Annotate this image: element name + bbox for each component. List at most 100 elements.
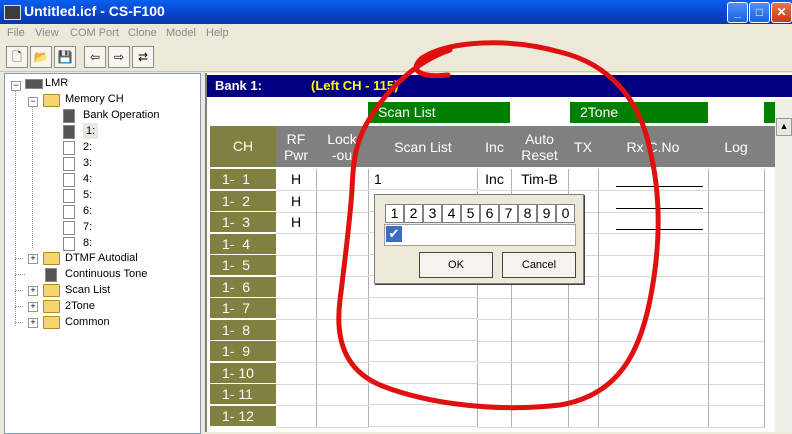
scan-checkbox[interactable] [538, 226, 554, 242]
grid-cell[interactable] [708, 190, 765, 213]
expand-icon[interactable]: + [28, 254, 38, 264]
grid-cell[interactable] [598, 255, 709, 277]
scan-checkbox[interactable]: ✔ [386, 226, 402, 242]
grid-cell[interactable] [708, 298, 765, 320]
grid-cell[interactable] [708, 276, 765, 299]
grid-cell[interactable] [478, 341, 512, 363]
grid-cell[interactable] [316, 298, 369, 320]
tree-bank-4[interactable]: 4: [83, 171, 92, 187]
header-scan-list[interactable]: Scan List [368, 126, 479, 168]
vertical-scrollbar[interactable]: ▲ [775, 99, 792, 432]
grid-cell[interactable] [478, 319, 512, 342]
menu-model[interactable]: Model [166, 27, 196, 39]
grid-cell[interactable] [568, 341, 599, 363]
grid-cell[interactable] [568, 362, 599, 385]
scan-checkbox[interactable] [500, 226, 516, 242]
grid-cell[interactable]: Tim-B [511, 169, 569, 191]
scan-checkbox[interactable] [443, 226, 459, 242]
row-ch-label[interactable]: 1- 7 [210, 298, 276, 319]
expand-icon[interactable]: + [28, 302, 38, 312]
tree-root[interactable]: LMR [45, 75, 68, 91]
grid-cell[interactable] [316, 384, 369, 406]
header-lockout[interactable]: Lock -ou [316, 126, 369, 168]
grid-cell[interactable] [368, 319, 478, 341]
grid-cell[interactable] [478, 298, 512, 320]
tree-memory-ch[interactable]: Memory CH [65, 91, 124, 107]
scroll-up-icon[interactable]: ▲ [776, 118, 792, 136]
close-button[interactable]: ✕ [771, 2, 792, 23]
row-ch-label[interactable]: 1- 8 [210, 319, 276, 341]
header-inc[interactable]: Inc [478, 126, 512, 168]
grid-cell[interactable] [598, 276, 709, 299]
grid-cell[interactable] [598, 190, 709, 213]
grid-cell[interactable] [708, 384, 765, 406]
tree-scan-list[interactable]: Scan List [65, 282, 110, 298]
row-ch-label[interactable]: 1- 4 [210, 233, 276, 255]
row-ch-label[interactable]: 1- 2 [210, 190, 276, 212]
grid-cell[interactable] [511, 384, 569, 406]
scan-checkbox[interactable] [481, 226, 497, 242]
grid-cell[interactable] [316, 190, 369, 213]
grid-cell[interactable] [316, 405, 369, 428]
grid-cell[interactable] [316, 319, 369, 342]
grid-cell[interactable] [276, 319, 317, 342]
grid-cell[interactable] [598, 169, 709, 191]
save-icon[interactable]: 💾 [54, 46, 76, 68]
header-rx-cno[interactable]: Rx C.No [598, 126, 709, 168]
grid-cell[interactable] [708, 255, 765, 277]
grid-cell[interactable] [368, 384, 478, 405]
grid-cell[interactable] [598, 319, 709, 342]
minimize-button[interactable]: _ [727, 2, 748, 23]
grid-cell[interactable] [478, 405, 512, 428]
grid-cell[interactable] [276, 362, 317, 385]
read-radio-icon[interactable]: ⇦ [84, 46, 106, 68]
tree-continuous-tone[interactable]: Continuous Tone [65, 266, 147, 282]
scan-checkbox[interactable] [405, 226, 421, 242]
grid-cell[interactable] [568, 169, 599, 191]
grid-cell[interactable] [511, 319, 569, 342]
grid-cell[interactable] [316, 233, 369, 256]
grid-cell[interactable]: H [276, 169, 317, 191]
row-ch-label[interactable]: 1- 1 [210, 169, 276, 190]
grid-cell[interactable] [316, 169, 369, 191]
grid-cell[interactable] [708, 212, 765, 234]
grid-cell[interactable] [316, 362, 369, 385]
collapse-icon[interactable]: − [11, 81, 21, 91]
tree-2tone[interactable]: 2Tone [65, 298, 95, 314]
tree-bank-3[interactable]: 3: [83, 155, 92, 171]
grid-cell[interactable]: 1 [368, 169, 478, 190]
ok-button[interactable]: OK [419, 252, 493, 278]
grid-cell[interactable]: Inc [478, 169, 512, 191]
menu-view[interactable]: View [35, 27, 59, 39]
row-ch-label[interactable]: 1- 10 [210, 362, 276, 384]
grid-cell[interactable] [511, 362, 569, 385]
expand-icon[interactable]: + [28, 286, 38, 296]
menu-file[interactable]: File [7, 27, 25, 39]
grid-cell[interactable] [276, 255, 317, 277]
grid-cell[interactable] [598, 405, 709, 428]
open-folder-icon[interactable]: 📂 [30, 46, 52, 68]
maximize-button[interactable]: □ [749, 2, 770, 23]
write-radio-icon[interactable]: ⇨ [108, 46, 130, 68]
grid-cell[interactable] [478, 384, 512, 406]
scan-checkbox[interactable] [424, 226, 440, 242]
tree-bank-2[interactable]: 2: [83, 139, 92, 155]
row-ch-label[interactable]: 1- 6 [210, 276, 276, 298]
grid-cell[interactable] [276, 341, 317, 363]
grid-cell[interactable] [568, 405, 599, 428]
menu-help[interactable]: Help [206, 27, 229, 39]
menu-clone[interactable]: Clone [128, 27, 157, 39]
grid-cell[interactable] [598, 384, 709, 406]
tree-bank-operation[interactable]: Bank Operation [83, 107, 159, 123]
menu-com-port[interactable]: COM Port [70, 27, 119, 39]
scan-checkbox[interactable] [462, 226, 478, 242]
tree-bank-6[interactable]: 6: [83, 203, 92, 219]
grid-cell[interactable] [276, 298, 317, 320]
header-log[interactable]: Log [708, 126, 765, 168]
scan-checkbox[interactable] [557, 226, 573, 242]
scan-checkbox[interactable] [519, 226, 535, 242]
grid-cell[interactable] [598, 341, 709, 363]
grid-cell[interactable] [568, 298, 599, 320]
grid-cell[interactable] [708, 319, 765, 342]
grid-cell[interactable] [478, 362, 512, 385]
